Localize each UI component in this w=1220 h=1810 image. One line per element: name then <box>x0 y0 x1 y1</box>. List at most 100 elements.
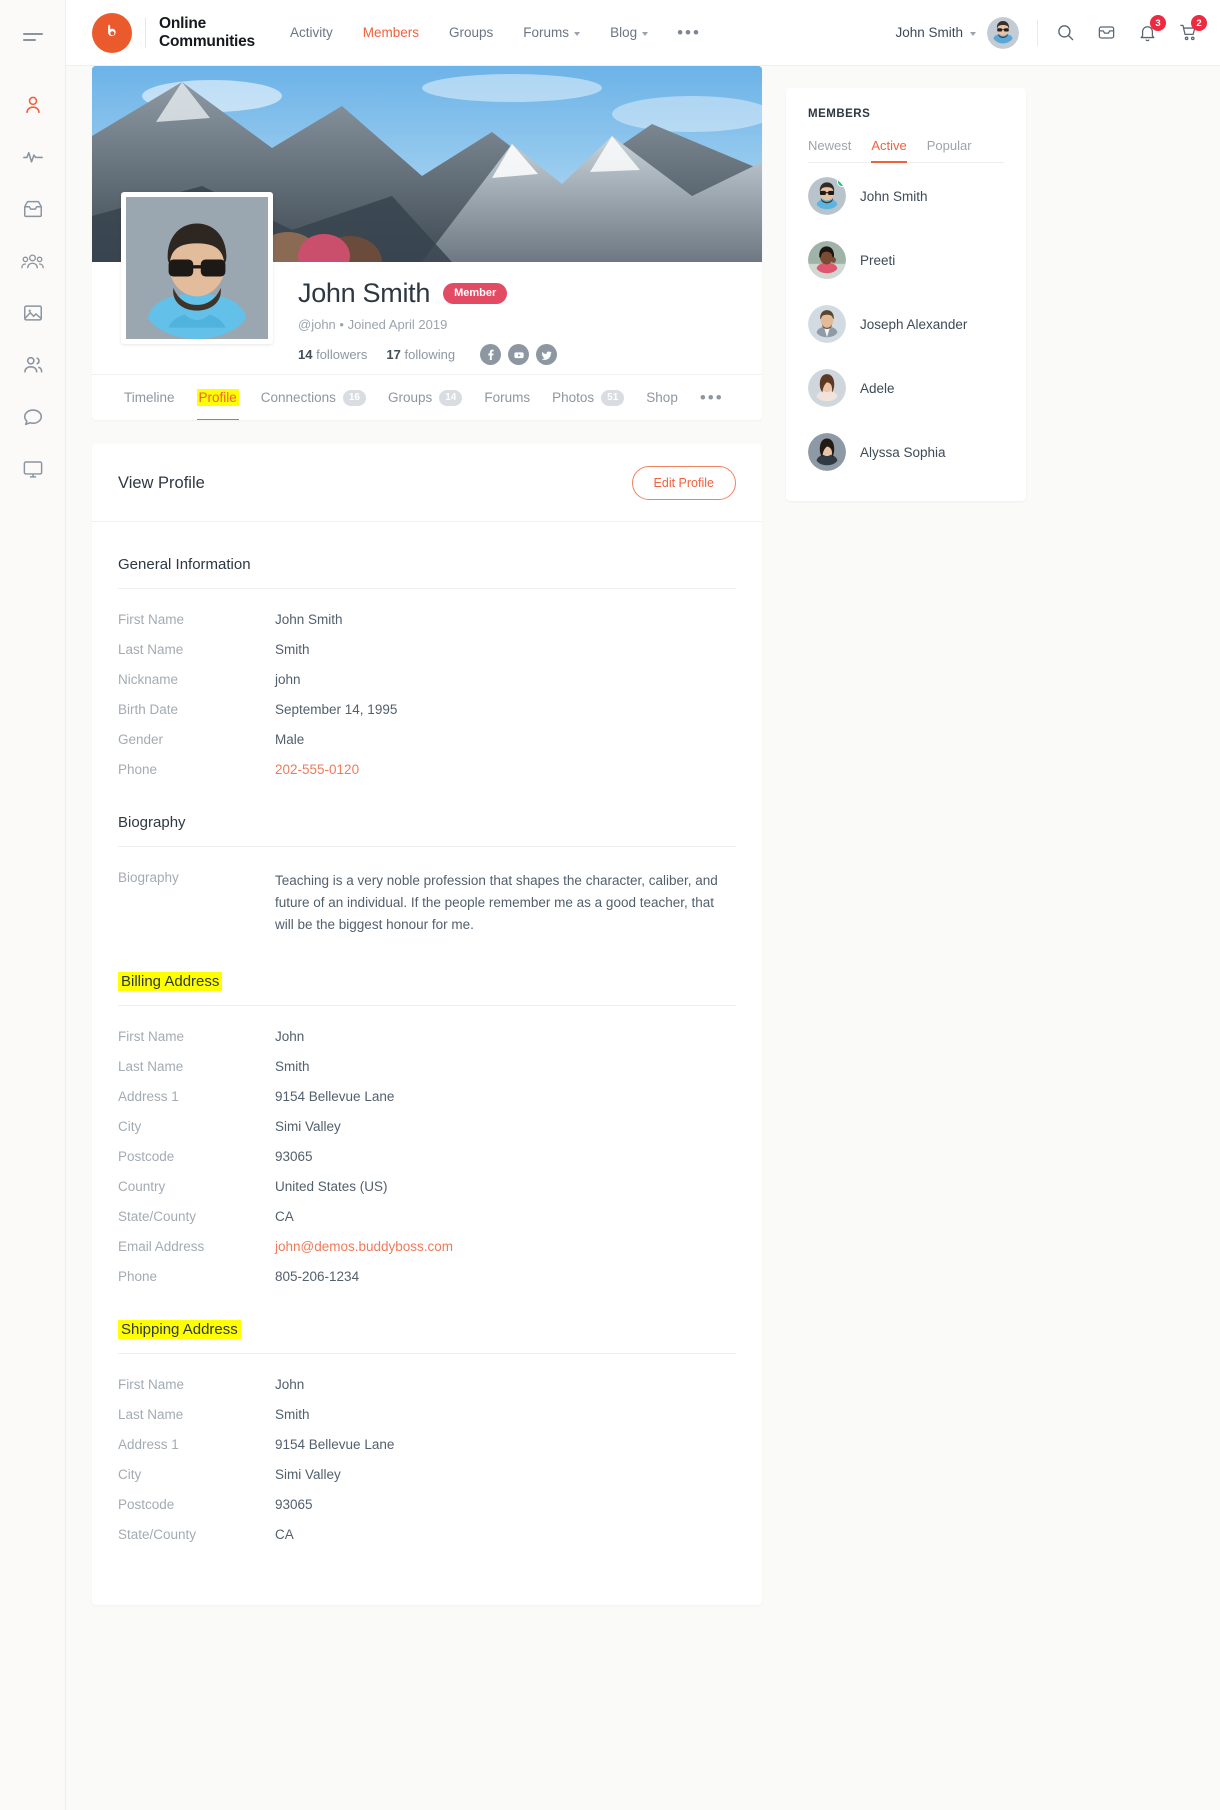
followers-stat[interactable]: 14 followers <box>298 347 367 362</box>
tabs-more-button[interactable]: ••• <box>689 389 735 406</box>
list-item[interactable]: Preeti <box>808 227 1004 291</box>
profile-handle: @john <box>298 317 336 332</box>
field-value: Smith <box>275 642 310 657</box>
section-title: General Information <box>118 522 736 589</box>
section-general-information: General Information First Name John Smith L… <box>92 522 762 780</box>
nav-item-forums[interactable]: Forums <box>508 0 595 66</box>
user-menu[interactable]: John Smith <box>895 16 1019 49</box>
list-item[interactable]: Joseph Alexander <box>808 291 1004 355</box>
member-name: Alyssa Sophia <box>860 444 946 460</box>
facebook-icon[interactable] <box>480 344 502 365</box>
courses-monitor-icon <box>22 458 44 480</box>
field-label: First Name <box>118 1376 185 1392</box>
nav-more-button[interactable]: ••• <box>663 24 715 41</box>
list-item[interactable]: John Smith <box>808 163 1004 227</box>
profile-body: John Smith Member @john • Joined April 2… <box>92 192 762 374</box>
nav-item-label: Forums <box>523 24 570 40</box>
field-value: 9154 Bellevue Lane <box>275 1088 395 1104</box>
sidebar-item-inbox-messages[interactable] <box>0 183 66 235</box>
activity-pulse-icon <box>22 146 44 168</box>
header-divider <box>1037 19 1038 46</box>
tab-forums[interactable]: Forums <box>473 375 541 421</box>
top-header: Online Communities Activity Members Groups… <box>66 0 1220 66</box>
field-value: Male <box>275 732 305 747</box>
field-row: Address 1 9154 Bellevue Lane <box>118 1077 736 1107</box>
following-stat[interactable]: 17 following <box>386 347 455 362</box>
rail-items <box>0 76 65 495</box>
sidebar-item-profile-person[interactable] <box>0 79 66 131</box>
twitter-icon[interactable] <box>536 344 558 365</box>
field-row: Address 1 9154 Bellevue Lane <box>118 1425 736 1455</box>
followers-count: 14 <box>298 347 313 362</box>
brand-name: Online Communities <box>159 15 255 50</box>
members-widget: MEMBERS Newest Active Popular John Smith Pr… <box>786 88 1026 501</box>
sidebar-item-activity-pulse[interactable] <box>0 131 66 183</box>
field-row: State/County CA <box>118 1515 736 1545</box>
meta-separator: • <box>339 317 344 332</box>
avatar <box>808 369 846 407</box>
field-row: First Name John Smith <box>118 600 736 630</box>
field-label: Last Name <box>118 642 184 657</box>
profile-sections: General Information First Name John Smith L… <box>92 522 762 1545</box>
nav-item-label: Blog <box>610 24 638 40</box>
page-body: John Smith Member @john • Joined April 2… <box>66 66 1220 1605</box>
list-item[interactable]: Adele <box>808 355 1004 419</box>
sidebar-item-photos-image[interactable] <box>0 287 66 339</box>
tab-label: Connections <box>260 390 336 405</box>
brand[interactable]: Online Communities <box>66 12 255 53</box>
nav-item-blog[interactable]: Blog <box>595 0 663 66</box>
section-title: Biography <box>118 780 736 847</box>
field-label: Biography <box>118 870 179 885</box>
field-value: 93065 <box>275 1496 313 1512</box>
followers-label: followers <box>316 347 368 362</box>
tab-timeline[interactable]: Timeline <box>113 375 186 421</box>
members-tab-newest[interactable]: Newest <box>808 138 851 162</box>
section-title-text: Biography <box>118 814 186 831</box>
field-value: John <box>275 1376 305 1392</box>
side-column: MEMBERS Newest Active Popular John Smith Pr… <box>786 66 1026 1605</box>
sidebar-item-forums-chat[interactable] <box>0 391 66 443</box>
nav-item-activity[interactable]: Activity <box>275 0 348 66</box>
field-value[interactable]: 202-555-0120 <box>275 762 359 777</box>
sidebar-item-connections-people[interactable] <box>0 339 66 391</box>
youtube-icon[interactable] <box>508 344 530 365</box>
rail-top <box>0 0 65 76</box>
notifications-bell-icon[interactable]: 3 <box>1138 15 1166 42</box>
tab-photos[interactable]: Photos 51 <box>541 375 635 421</box>
section-title-text: Billing Address <box>118 971 223 991</box>
nav-item-members[interactable]: Members <box>348 0 434 66</box>
field-row: State/County CA <box>118 1197 736 1227</box>
field-label: State/County <box>118 1526 197 1542</box>
section-title-text: Shipping Address <box>118 1319 241 1339</box>
sidebar-item-groups[interactable] <box>0 235 66 287</box>
nav-item-groups[interactable]: Groups <box>434 0 508 66</box>
tab-groups[interactable]: Groups 14 <box>377 375 473 421</box>
members-tab-active[interactable]: Active <box>871 138 908 163</box>
inbox-icon[interactable] <box>1097 23 1116 42</box>
search-icon[interactable] <box>1056 23 1075 42</box>
field-label: Postcode <box>118 1496 175 1512</box>
tab-shop[interactable]: Shop <box>635 375 689 421</box>
field-value[interactable]: john@demos.buddyboss.com <box>275 1239 453 1254</box>
nav-item-label: Activity <box>289 24 333 40</box>
member-name: Joseph Alexander <box>860 316 968 332</box>
field-label: Postcode <box>118 1148 175 1164</box>
field-label: Nickname <box>118 672 179 687</box>
connections-people-icon <box>22 354 44 376</box>
members-tab-popular[interactable]: Popular <box>927 138 972 162</box>
field-label: Phone <box>118 1268 158 1284</box>
field-row: Biography Teaching is a very noble profes… <box>118 858 736 939</box>
field-label: First Name <box>118 1028 185 1044</box>
hamburger-icon[interactable] <box>22 31 43 45</box>
tab-connections[interactable]: Connections 16 <box>250 375 377 421</box>
sidebar-item-courses-monitor[interactable] <box>0 443 66 495</box>
list-item[interactable]: Alyssa Sophia <box>808 419 1004 483</box>
tab-profile[interactable]: Profile <box>186 375 250 420</box>
shopping-cart-icon[interactable]: 2 <box>1179 15 1207 42</box>
members-widget-title: MEMBERS <box>808 108 871 120</box>
edit-profile-button[interactable]: Edit Profile <box>631 466 736 500</box>
profile-avatar[interactable] <box>121 192 273 344</box>
content-wrapper: John Smith Member @john • Joined April 2… <box>66 66 1220 1605</box>
field-value: September 14, 1995 <box>275 702 398 717</box>
